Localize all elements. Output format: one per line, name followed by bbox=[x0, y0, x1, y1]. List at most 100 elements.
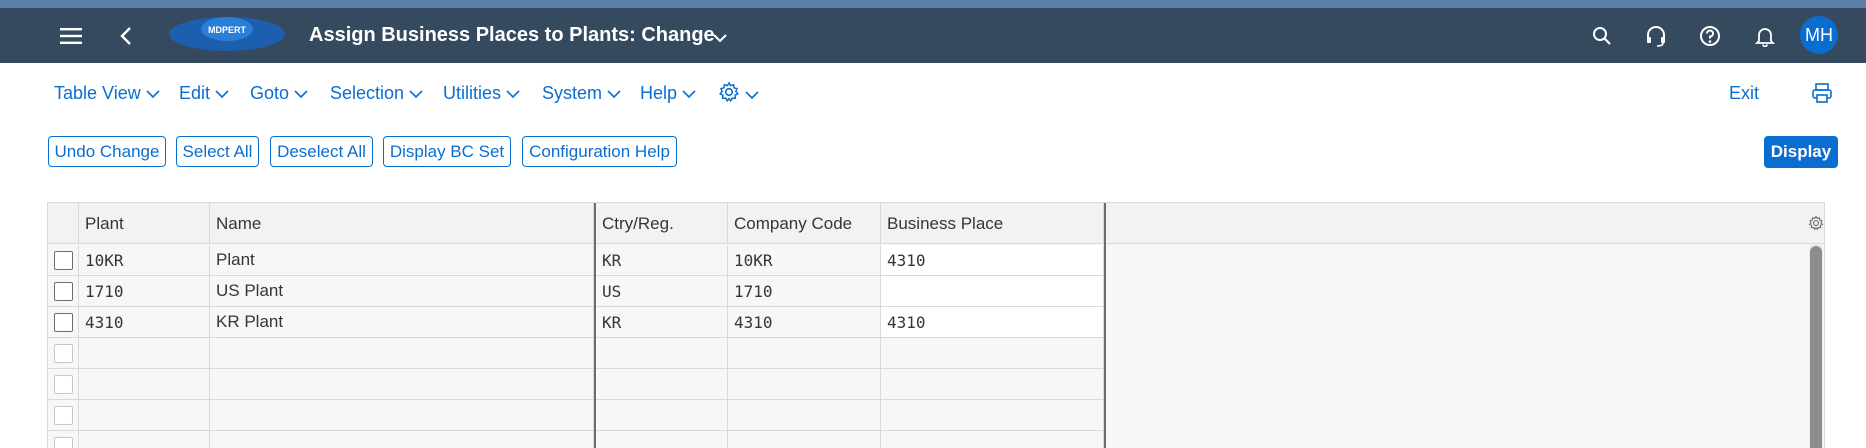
menu-goto[interactable]: Goto bbox=[250, 83, 308, 104]
row-checkbox[interactable] bbox=[53, 343, 73, 363]
cell-company-code: 1710 bbox=[728, 276, 881, 307]
table-row: 4310 KR Plant KR 4310 4310 bbox=[48, 307, 1824, 338]
undo-change-button[interactable]: Undo Change bbox=[48, 136, 166, 167]
column-header-plant[interactable]: Plant bbox=[79, 203, 210, 244]
empty-table-row bbox=[48, 400, 1824, 431]
row-selector[interactable] bbox=[48, 338, 79, 369]
logo-text: MDPERT bbox=[208, 25, 247, 35]
cell-country: KR bbox=[596, 245, 728, 276]
empty-table-row bbox=[48, 338, 1824, 369]
table-settings-gear-icon[interactable] bbox=[1808, 215, 1824, 236]
empty-table-row bbox=[48, 431, 1824, 448]
empty-cell bbox=[881, 369, 1104, 400]
menu-edit-label: Edit bbox=[179, 83, 211, 103]
empty-cell bbox=[79, 400, 210, 431]
row-checkbox[interactable] bbox=[53, 312, 73, 332]
menu-settings[interactable] bbox=[718, 81, 759, 108]
table-row: 10KR Plant KR 10KR 4310 bbox=[48, 245, 1824, 276]
vertical-scrollbar-thumb[interactable] bbox=[1810, 246, 1822, 448]
menu-icon[interactable] bbox=[58, 24, 84, 48]
chevron-down-icon bbox=[607, 83, 621, 104]
menu-help-label: Help bbox=[640, 83, 678, 103]
menu-utilities-label: Utilities bbox=[443, 83, 502, 103]
deselect-all-button[interactable]: Deselect All bbox=[270, 136, 373, 167]
row-selector[interactable] bbox=[48, 307, 79, 338]
empty-cell bbox=[728, 431, 881, 448]
select-all-button[interactable]: Select All bbox=[176, 136, 259, 167]
chevron-down-icon bbox=[146, 83, 160, 104]
menu-selection-label: Selection bbox=[330, 83, 405, 103]
menu-selection[interactable]: Selection bbox=[330, 83, 423, 104]
display-bc-set-button[interactable]: Display BC Set bbox=[383, 136, 511, 167]
back-icon[interactable] bbox=[116, 24, 136, 48]
empty-cell bbox=[881, 400, 1104, 431]
empty-cell bbox=[210, 369, 594, 400]
printer-icon[interactable] bbox=[1811, 82, 1833, 109]
chevron-down-icon bbox=[506, 83, 520, 104]
business-place-input[interactable]: 4310 bbox=[881, 245, 1104, 276]
chevron-down-icon bbox=[294, 83, 308, 104]
row-checkbox[interactable] bbox=[53, 250, 73, 270]
empty-cell bbox=[210, 338, 594, 369]
cell-name: Plant bbox=[210, 245, 594, 276]
empty-table-row bbox=[48, 369, 1824, 400]
column-end-divider bbox=[1104, 203, 1106, 448]
business-place-input[interactable]: 4310 bbox=[881, 307, 1104, 338]
empty-cell bbox=[728, 400, 881, 431]
page-title: Assign Business Places to Plants: Change bbox=[309, 24, 715, 46]
user-avatar[interactable]: MH bbox=[1800, 16, 1838, 54]
select-column-header[interactable] bbox=[48, 203, 79, 244]
empty-cell bbox=[79, 369, 210, 400]
row-selector[interactable] bbox=[48, 400, 79, 431]
empty-cell bbox=[79, 338, 210, 369]
row-checkbox[interactable] bbox=[53, 405, 73, 425]
row-selector[interactable] bbox=[48, 245, 79, 276]
title-chevron-down-icon[interactable] bbox=[712, 30, 728, 48]
row-checkbox[interactable] bbox=[53, 281, 73, 301]
chevron-down-icon bbox=[745, 84, 759, 105]
column-header-name[interactable]: Name bbox=[210, 203, 594, 244]
menu-help[interactable]: Help bbox=[640, 83, 696, 104]
empty-cell bbox=[596, 431, 728, 448]
notification-bell-icon[interactable] bbox=[1752, 23, 1778, 49]
empty-cell bbox=[881, 338, 1104, 369]
chevron-down-icon bbox=[409, 83, 423, 104]
row-selector[interactable] bbox=[48, 369, 79, 400]
table-row: 1710 US Plant US 1710 bbox=[48, 276, 1824, 307]
row-checkbox[interactable] bbox=[53, 436, 73, 448]
row-selector[interactable] bbox=[48, 431, 79, 448]
cell-plant: 1710 bbox=[79, 276, 210, 307]
menu-table-view[interactable]: Table View bbox=[54, 83, 160, 104]
gear-icon bbox=[718, 81, 740, 108]
help-icon[interactable] bbox=[1697, 23, 1723, 49]
cell-company-code: 10KR bbox=[728, 245, 881, 276]
row-checkbox[interactable] bbox=[53, 374, 73, 394]
menu-system[interactable]: System bbox=[542, 83, 621, 104]
menu-utilities[interactable]: Utilities bbox=[443, 83, 520, 104]
exit-link[interactable]: Exit bbox=[1729, 83, 1759, 104]
column-header-country[interactable]: Ctry/Reg. bbox=[596, 203, 728, 244]
menu-bar: Table View Edit Goto Selection Utilities… bbox=[0, 63, 1866, 121]
empty-cell bbox=[596, 369, 728, 400]
search-icon[interactable] bbox=[1590, 24, 1614, 48]
display-button[interactable]: Display bbox=[1764, 136, 1838, 168]
empty-cell bbox=[210, 431, 594, 448]
empty-cell bbox=[596, 338, 728, 369]
cell-name: US Plant bbox=[210, 276, 594, 307]
cell-country: US bbox=[596, 276, 728, 307]
column-header-business-place[interactable]: Business Place bbox=[881, 203, 1104, 244]
row-selector[interactable] bbox=[48, 276, 79, 307]
cell-name: KR Plant bbox=[210, 307, 594, 338]
top-strip bbox=[0, 0, 1866, 8]
headset-icon[interactable] bbox=[1643, 23, 1669, 49]
application-toolbar: Undo Change Select All Deselect All Disp… bbox=[0, 121, 1866, 181]
business-place-input[interactable] bbox=[881, 276, 1104, 307]
configuration-help-button[interactable]: Configuration Help bbox=[522, 136, 677, 167]
chevron-down-icon bbox=[682, 83, 696, 104]
empty-cell bbox=[79, 431, 210, 448]
fixed-column-divider[interactable] bbox=[594, 203, 596, 448]
chevron-down-icon bbox=[215, 83, 229, 104]
menu-edit[interactable]: Edit bbox=[179, 83, 229, 104]
menu-goto-label: Goto bbox=[250, 83, 290, 103]
column-header-company-code[interactable]: Company Code bbox=[728, 203, 881, 244]
